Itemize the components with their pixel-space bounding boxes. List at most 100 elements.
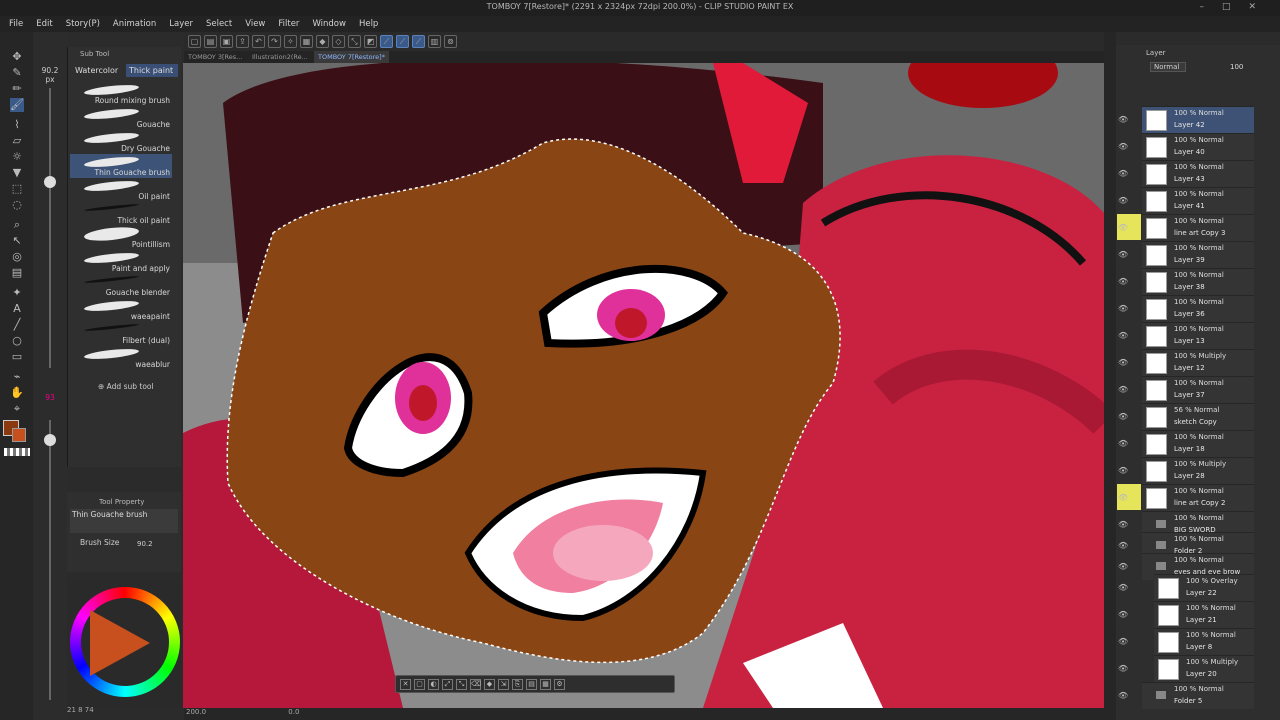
gradient-icon[interactable]: ▤ xyxy=(10,266,24,280)
tab-watercolor[interactable]: Watercolor xyxy=(72,64,121,77)
save-icon[interactable]: ▣ xyxy=(220,34,233,48)
visibility-eye-icon[interactable]: 👁 xyxy=(1118,610,1128,619)
move-icon[interactable]: ✥ xyxy=(10,50,24,64)
layer-row[interactable]: 100 % Normal Layer 8 xyxy=(1154,628,1254,655)
visibility-eye-icon[interactable]: 👁 xyxy=(1118,691,1128,700)
brush-item[interactable]: Oil paint xyxy=(70,178,172,202)
layer-row[interactable]: 100 % Multiply Layer 28 xyxy=(1142,457,1254,484)
layer-row[interactable]: 100 % Normal Layer 21 xyxy=(1154,601,1254,628)
visibility-eye-icon[interactable]: 👁 xyxy=(1118,562,1128,571)
menu-story[interactable]: Story(P) xyxy=(66,19,100,29)
layer-row[interactable]: 100 % Overlay Layer 22 xyxy=(1154,574,1254,601)
new-file-icon[interactable]: ▢ xyxy=(188,34,201,48)
figure-icon[interactable]: ○ xyxy=(10,334,24,348)
opacity-slider-handle[interactable] xyxy=(44,434,56,446)
close-icon[interactable]: ✕ xyxy=(1248,2,1274,12)
shrink-icon[interactable]: ⤡ xyxy=(456,678,467,690)
ruler-icon[interactable]: ╱ xyxy=(10,318,24,332)
visibility-eye-icon[interactable]: 👁 xyxy=(1118,250,1128,259)
layer-opacity-value[interactable]: 100 xyxy=(1230,63,1243,71)
text-icon[interactable]: A xyxy=(10,302,24,316)
layer-row[interactable]: 100 % Normal Layer 43 xyxy=(1142,160,1254,187)
invert-icon[interactable]: ◐ xyxy=(428,678,439,690)
visibility-eye-icon[interactable]: 👁 xyxy=(1118,541,1128,550)
frame-icon[interactable]: ▭ xyxy=(10,350,24,364)
menu-file[interactable]: File xyxy=(9,19,23,29)
layer-row[interactable]: 100 % Normal Layer 18 xyxy=(1142,430,1254,457)
visibility-eye-icon[interactable]: 👁 xyxy=(1118,637,1128,646)
visibility-eye-icon[interactable]: 👁 xyxy=(1118,493,1128,502)
menu-edit[interactable]: Edit xyxy=(36,19,52,29)
window-controls[interactable]: –□✕ xyxy=(1199,2,1274,12)
deselect-icon[interactable]: ✕ xyxy=(400,678,411,690)
layer-row[interactable]: 56 % Normal sketch Copy xyxy=(1142,403,1254,430)
brush-item-selected[interactable]: Thin Gouache brush xyxy=(70,154,172,178)
fill-tool-icon[interactable]: ▼ xyxy=(10,166,24,180)
menu-window[interactable]: Window xyxy=(312,19,346,29)
layer-folder-row[interactable]: 100 % Normal Folder 5 xyxy=(1142,682,1254,709)
brush-size-slider[interactable] xyxy=(49,88,51,368)
brush-item[interactable]: waeapaint xyxy=(70,298,172,322)
visibility-eye-icon[interactable]: 👁 xyxy=(1118,664,1128,673)
pencil-icon[interactable]: ✏ xyxy=(10,82,24,96)
visibility-eye-icon[interactable]: 👁 xyxy=(1118,115,1128,124)
visibility-eye-icon[interactable]: 👁 xyxy=(1118,223,1128,232)
layer-row[interactable]: 100 % Multiply Layer 12 xyxy=(1142,349,1254,376)
blend-mode-select[interactable]: Normal xyxy=(1150,62,1186,72)
selection-icon[interactable]: ⬚ xyxy=(10,182,24,196)
layer-row[interactable]: 100 % Normal Layer 38 xyxy=(1142,268,1254,295)
tab-thick-paint[interactable]: Thick paint xyxy=(126,64,178,77)
visibility-eye-icon[interactable]: 👁 xyxy=(1118,358,1128,367)
layer-row[interactable]: 100 % Normal Layer 39 xyxy=(1142,241,1254,268)
open-file-icon[interactable]: ▤ xyxy=(204,34,217,48)
menu-layer[interactable]: Layer xyxy=(169,19,193,29)
visibility-eye-icon[interactable]: 👁 xyxy=(1118,304,1128,313)
minimize-icon[interactable]: – xyxy=(1199,2,1222,12)
layer-row[interactable]: 100 % Normal Layer 37 xyxy=(1142,376,1254,403)
brush-item[interactable]: Gouache xyxy=(70,106,172,130)
visibility-eye-icon[interactable]: 👁 xyxy=(1118,412,1128,421)
zoom-icon[interactable]: ⌕ xyxy=(10,218,24,232)
brush-icon[interactable]: 🖌 xyxy=(10,98,24,112)
expand-icon[interactable]: ⤢ xyxy=(442,678,453,690)
visibility-eye-icon[interactable]: 👁 xyxy=(1118,169,1128,178)
clear-outside-icon[interactable]: ▦ xyxy=(300,34,313,48)
layer-row[interactable]: 100 % Normal Layer 41 xyxy=(1142,187,1254,214)
visibility-eye-icon[interactable]: 👁 xyxy=(1118,142,1128,151)
export-icon[interactable]: ⇪ xyxy=(236,34,249,48)
doc-tab-active[interactable]: TOMBOY 7[Restore]* xyxy=(314,51,389,63)
brush-item[interactable]: Gouache blender xyxy=(70,274,172,298)
visibility-eye-icon[interactable]: 👁 xyxy=(1118,439,1128,448)
scale-icon[interactable]: ⇲ xyxy=(498,678,509,690)
layer-row[interactable]: 100 % Normal Layer 13 xyxy=(1142,322,1254,349)
redo-icon[interactable]: ↷ xyxy=(268,34,281,48)
select-all-icon[interactable]: ▢ xyxy=(414,678,425,690)
lasso-fill-icon[interactable]: ◎ xyxy=(10,250,24,264)
brush-size-slider-handle[interactable] xyxy=(44,176,56,188)
operation-icon[interactable]: ↖ xyxy=(10,234,24,248)
zoom-value[interactable]: 200.0 xyxy=(186,708,206,716)
transform-icon[interactable]: ⤡ xyxy=(348,34,361,48)
visibility-eye-icon[interactable]: 👁 xyxy=(1118,466,1128,475)
sub-color-swatch[interactable] xyxy=(12,428,26,442)
clear-sel-icon[interactable]: ⌫ xyxy=(470,678,481,690)
visibility-eye-icon[interactable]: 👁 xyxy=(1118,385,1128,394)
brush-size-field[interactable]: 90.2 xyxy=(137,540,153,548)
doc-tab[interactable]: Illustration2(Re... xyxy=(248,51,312,63)
eyedropper-icon[interactable]: ⌖ xyxy=(10,402,24,416)
expand-selection-icon[interactable]: ◇ xyxy=(332,34,345,48)
saturation-value-triangle[interactable] xyxy=(90,610,150,676)
hand-icon[interactable]: ✋ xyxy=(10,386,24,400)
layer-row[interactable]: 100 % Normal Layer 36 xyxy=(1142,295,1254,322)
clear-icon[interactable]: ✧ xyxy=(284,34,297,48)
layer-settings-icon[interactable]: ▥ xyxy=(428,34,441,48)
snap-ruler-icon[interactable]: ⟋ xyxy=(380,34,393,48)
copy-icon[interactable]: ⎘ xyxy=(512,678,523,690)
fill-sel-icon[interactable]: ◆ xyxy=(484,678,495,690)
pattern-icon[interactable]: ▦ xyxy=(540,678,551,690)
lasso-icon[interactable]: ◌ xyxy=(10,198,24,212)
auto-select-icon[interactable]: ✦ xyxy=(10,286,24,300)
maximize-icon[interactable]: □ xyxy=(1222,2,1249,12)
airbrush-icon[interactable]: ⌇ xyxy=(10,118,24,132)
visibility-eye-icon[interactable]: 👁 xyxy=(1118,196,1128,205)
